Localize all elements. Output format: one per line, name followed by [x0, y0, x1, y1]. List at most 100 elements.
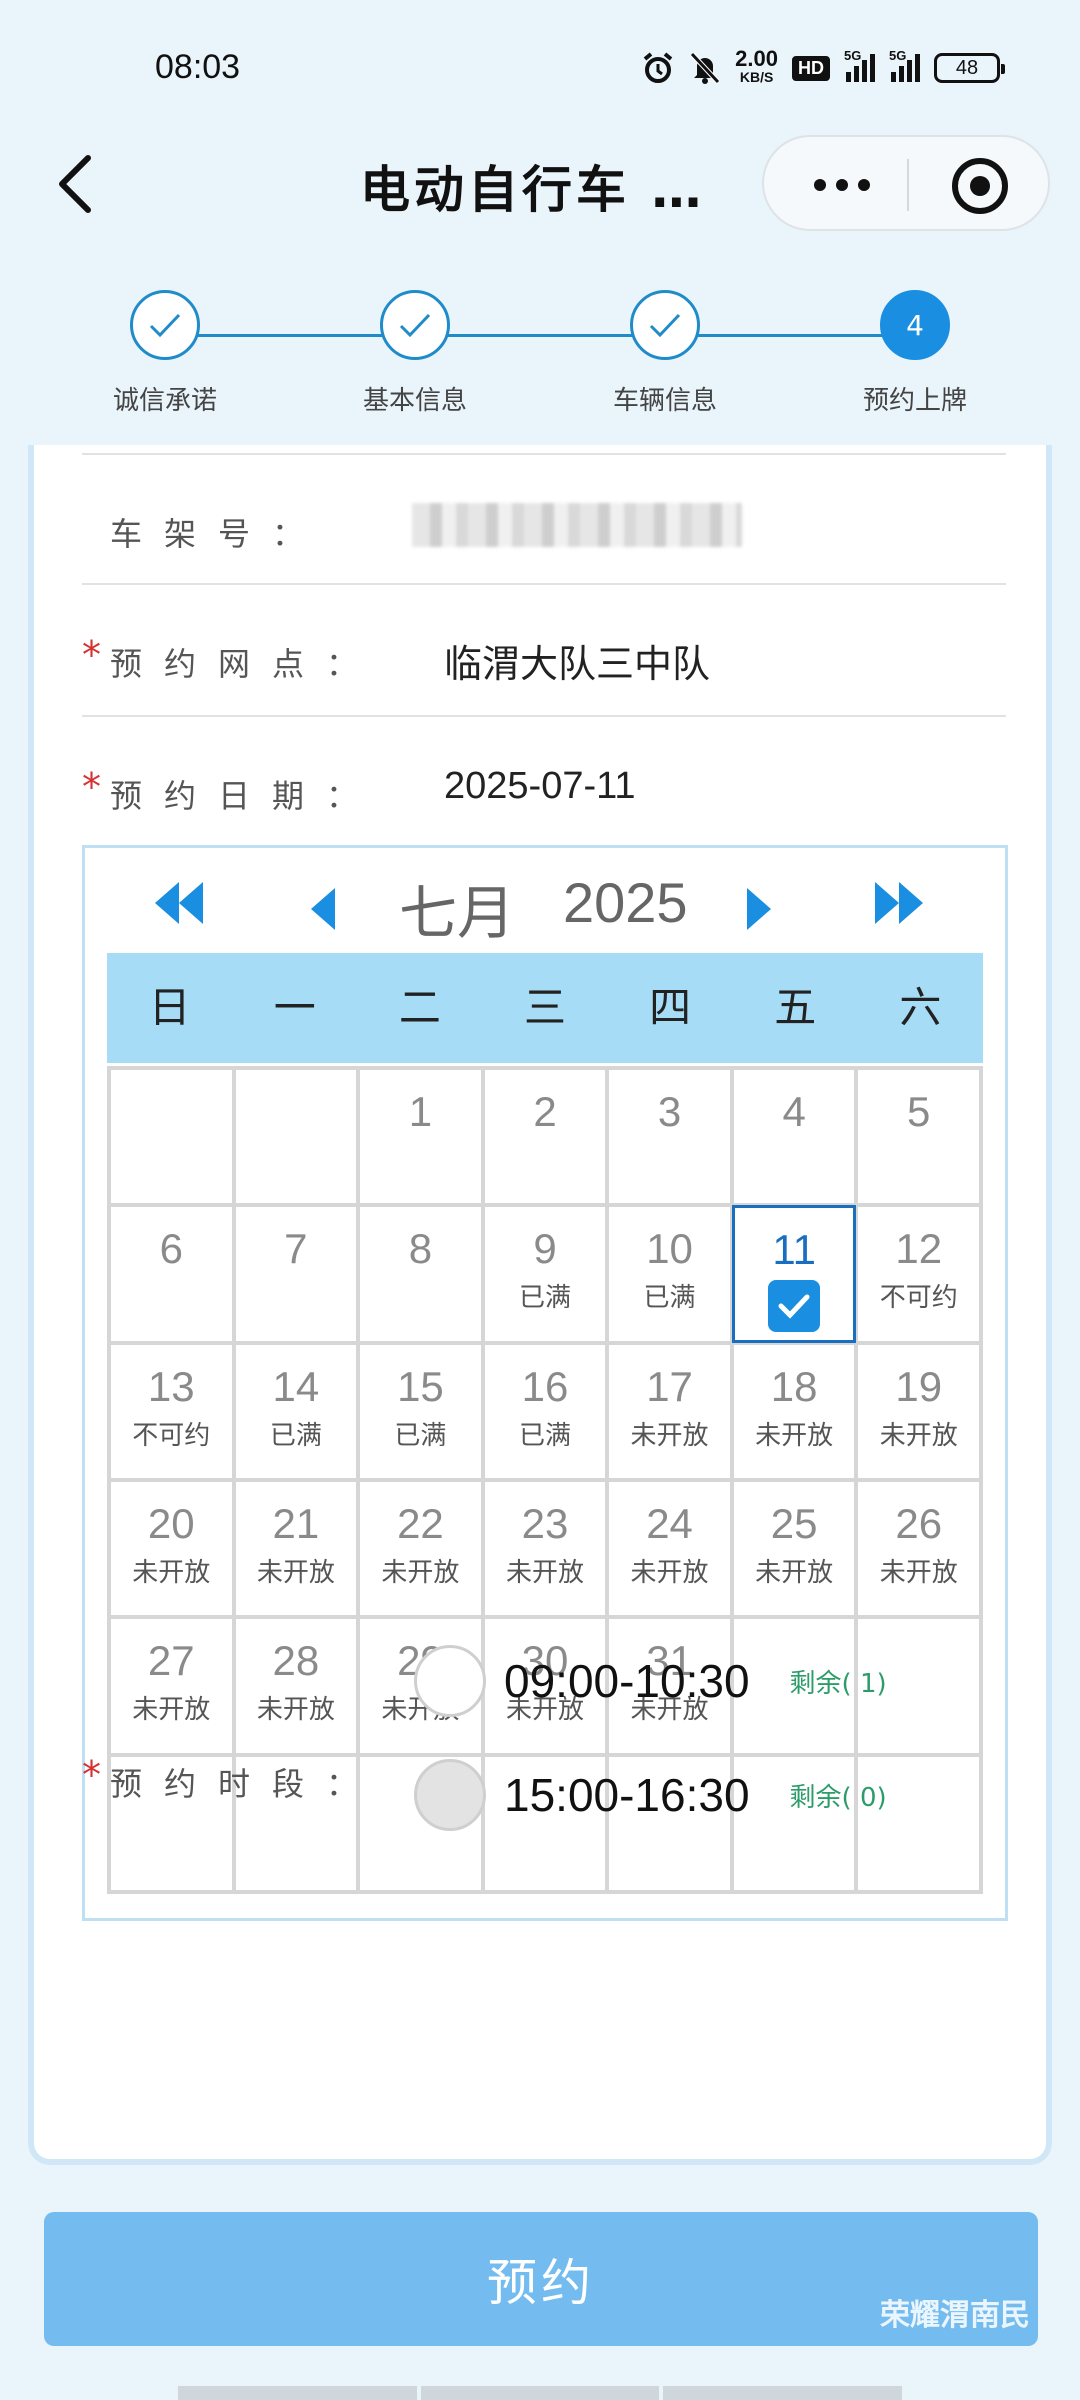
time-slot-option: 15:00-16:30 剩余( 0)	[414, 1759, 887, 1831]
weekday-header: 日 一 二 三 四 五 六	[107, 953, 983, 1063]
weekday-label: 二	[398, 983, 441, 1032]
calendar-day[interactable]: 22 未开放	[358, 1479, 483, 1618]
miniprogram-capsule	[762, 135, 1050, 231]
prev-year-icon[interactable]	[155, 882, 203, 926]
calendar-day[interactable]: 24 未开放	[607, 1479, 732, 1618]
calendar-day[interactable]: 15 已满	[358, 1342, 483, 1480]
status-time: 08:03	[155, 48, 241, 86]
outlet-label: 预约网点：	[110, 645, 381, 683]
status-bar: 08:03 2.00 KB/S HD 5G 5G 48	[0, 0, 1080, 130]
page-title: 电动自行车 …	[360, 161, 706, 219]
calendar-day[interactable]: 8	[358, 1205, 483, 1343]
next-month-icon[interactable]	[747, 888, 771, 932]
date-row: * 预约日期： 2025-07-11	[82, 747, 1006, 833]
calendar-month: 七月	[399, 879, 516, 947]
check-icon	[380, 290, 450, 360]
close-target-icon[interactable]	[952, 158, 1008, 214]
day-number: 28	[272, 1637, 320, 1685]
check-icon	[630, 290, 700, 360]
calendar-day[interactable]: 2	[482, 1068, 608, 1206]
day-number: 13	[147, 1362, 195, 1410]
status-icons: 2.00 KB/S HD 5G 5G 48	[641, 46, 1005, 86]
day-number: 6	[159, 1225, 183, 1273]
outlet-row[interactable]: * 预约网点： 临渭大队三中队	[82, 615, 1006, 701]
next-year-icon[interactable]	[875, 882, 923, 926]
weekday-label: 三	[523, 983, 566, 1032]
slot-time: 09:00-10:30	[504, 1655, 750, 1707]
day-number: 9	[533, 1225, 557, 1273]
day-status: 未开放	[256, 1557, 335, 1588]
calendar-day[interactable]: 23 未开放	[482, 1479, 608, 1618]
time-slot-option[interactable]: 09:00-10:30 剩余( 1)	[414, 1645, 887, 1717]
calendar-day[interactable]: 26 未开放	[856, 1479, 981, 1618]
calendar-day[interactable]: 5	[856, 1068, 981, 1206]
day-status: 未开放	[755, 1420, 834, 1451]
day-number: 11	[772, 1226, 816, 1274]
calendar-day[interactable]: 20 未开放	[109, 1479, 234, 1618]
required-mark: *	[82, 1753, 101, 1797]
weekday-label: 四	[649, 983, 692, 1032]
calendar-day[interactable]: 18 未开放	[731, 1342, 857, 1480]
day-status: 不可约	[879, 1283, 958, 1314]
date-value: 2025-07-11	[444, 765, 636, 807]
speed-unit: KB/S	[739, 69, 774, 85]
radio-button[interactable]	[414, 1645, 486, 1717]
calendar-day[interactable]: 25 未开放	[731, 1479, 857, 1618]
day-number: 12	[895, 1225, 943, 1273]
step-2: 基本信息	[315, 290, 515, 417]
day-status: 已满	[394, 1420, 447, 1451]
signal-icon-2: 5G	[889, 48, 920, 82]
back-arrow-icon[interactable]	[48, 152, 108, 216]
calendar-day[interactable]: 13 不可约	[109, 1342, 234, 1480]
check-icon	[130, 290, 200, 360]
divider	[82, 715, 1006, 717]
outlet-value[interactable]: 临渭大队三中队	[444, 633, 710, 688]
calendar-day[interactable]: 16 已满	[482, 1342, 608, 1480]
prev-month-icon[interactable]	[311, 888, 335, 932]
calendar-day[interactable]: 7	[233, 1205, 359, 1343]
calendar-day[interactable]: 12 不可约	[856, 1205, 981, 1343]
calendar-day[interactable]: 10 已满	[607, 1205, 732, 1343]
calendar-day[interactable]: 19 未开放	[856, 1342, 981, 1480]
nav-bar: 电动自行车 …	[0, 130, 1080, 240]
calendar-day[interactable]: 11	[731, 1205, 857, 1343]
calendar-day[interactable]: 1	[358, 1068, 483, 1206]
more-icon[interactable]	[802, 167, 882, 203]
step-4: 4 预约上牌	[815, 290, 1015, 417]
day-status: 已满	[269, 1420, 322, 1451]
calendar-day[interactable]: 9 已满	[482, 1205, 608, 1343]
day-status: 未开放	[381, 1557, 460, 1588]
step-label: 基本信息	[362, 386, 467, 416]
calendar-empty-cell	[233, 1068, 359, 1206]
calendar-day[interactable]: 14 已满	[233, 1342, 359, 1480]
day-number: 5	[907, 1088, 931, 1135]
day-number: 21	[272, 1499, 320, 1547]
day-status: 未开放	[132, 1557, 211, 1588]
calendar-day[interactable]: 6	[109, 1205, 234, 1343]
day-status: 未开放	[879, 1420, 958, 1451]
calendar-day[interactable]: 3	[607, 1068, 732, 1206]
day-number: 8	[408, 1225, 433, 1273]
calendar-day[interactable]: 17 未开放	[607, 1342, 732, 1480]
day-status: 未开放	[630, 1420, 709, 1451]
divider	[82, 583, 1006, 585]
day-status: 未开放	[256, 1695, 335, 1726]
calendar-day[interactable]: 4	[731, 1068, 857, 1206]
speed-value: 2.00	[735, 46, 778, 71]
day-number: 15	[397, 1362, 444, 1410]
radio-button-disabled	[414, 1759, 486, 1831]
required-mark: *	[82, 633, 101, 677]
day-status: 未开放	[879, 1557, 958, 1588]
day-number: 3	[657, 1088, 682, 1135]
calendar-day[interactable]: 21 未开放	[233, 1479, 359, 1618]
day-status: 未开放	[755, 1557, 834, 1588]
slot-label: 预约时段：	[110, 1765, 381, 1803]
slot-remaining: 剩余( 0)	[789, 1782, 887, 1813]
day-number: 24	[646, 1499, 693, 1547]
day-status: 未开放	[505, 1557, 584, 1588]
step-label: 诚信承诺	[112, 386, 217, 416]
day-number: 27	[147, 1637, 195, 1685]
frame-number-value-redacted	[412, 503, 742, 547]
mute-bell-icon	[690, 52, 721, 84]
day-number: 18	[770, 1362, 818, 1410]
